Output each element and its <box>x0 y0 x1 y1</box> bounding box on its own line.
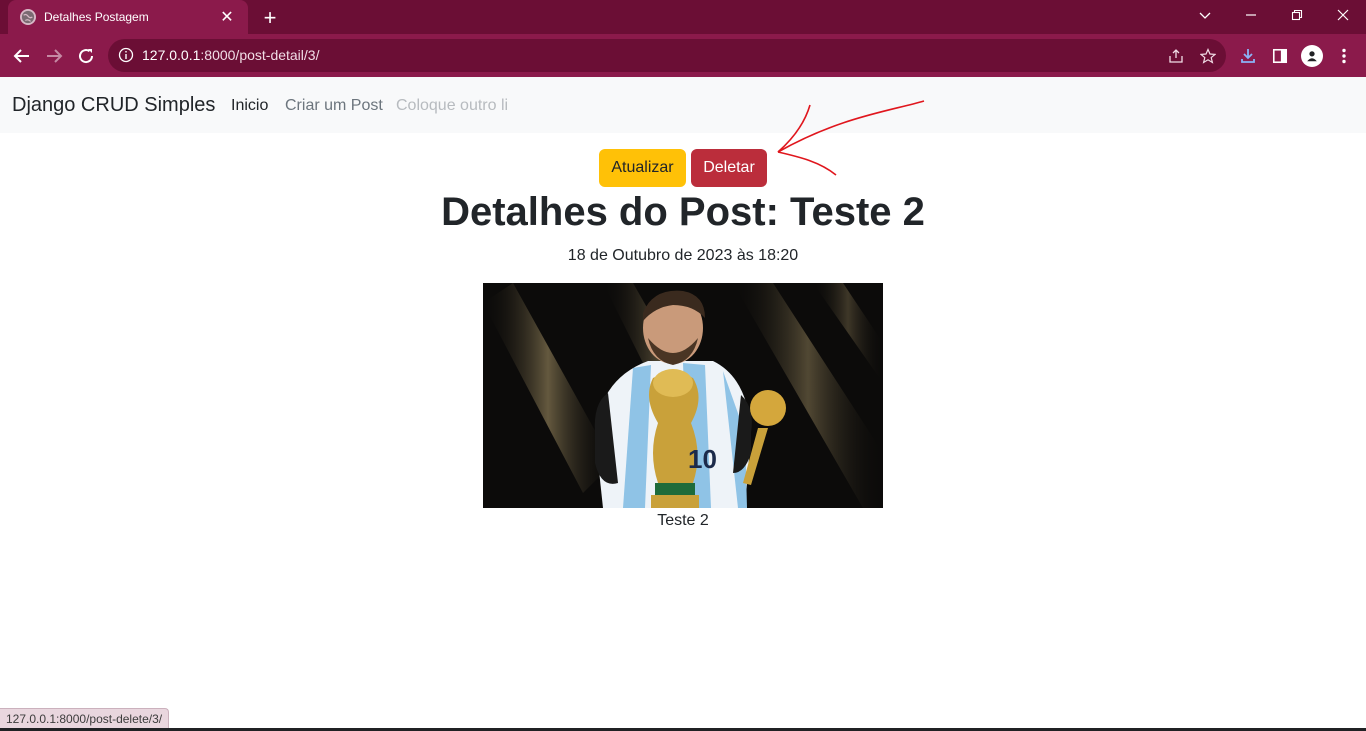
share-icon[interactable] <box>1166 46 1186 66</box>
nav-link-inicio[interactable]: Inicio <box>231 97 268 115</box>
download-icon <box>1241 49 1255 63</box>
update-button[interactable]: Atualizar <box>599 149 686 187</box>
globe-icon <box>20 9 36 25</box>
tab-search-button[interactable] <box>1182 0 1228 30</box>
browser-tab[interactable]: Detalhes Postagem ✕ <box>8 0 248 34</box>
restore-button[interactable] <box>1274 0 1320 30</box>
url-path: :8000/post-detail/3/ <box>200 47 320 63</box>
chevron-down-icon <box>1199 12 1211 19</box>
player-trophy-illustration: 10 <box>483 283 883 508</box>
reload-button[interactable] <box>71 41 101 71</box>
post-title: Detalhes do Post: Teste 2 <box>441 190 925 234</box>
tab-title: Detalhes Postagem <box>44 10 149 24</box>
address-bar[interactable]: 127.0.0.1:8000/post-detail/3/ <box>108 39 1226 72</box>
post-date: 18 de Outubro de 2023 às 18:20 <box>567 247 799 264</box>
bookmark-star-icon[interactable] <box>1198 46 1218 66</box>
minimize-icon <box>1246 14 1256 16</box>
close-window-button[interactable] <box>1320 0 1366 30</box>
new-tab-button[interactable]: + <box>258 6 282 30</box>
close-tab-icon[interactable]: ✕ <box>218 8 236 26</box>
url-text[interactable]: 127.0.0.1:8000/post-detail/3/ <box>142 47 319 63</box>
avatar-icon <box>1301 45 1323 67</box>
svg-text:10: 10 <box>688 444 717 474</box>
side-panel-icon <box>1272 48 1288 64</box>
close-icon <box>1337 9 1349 21</box>
reload-icon <box>79 49 94 64</box>
side-panel-button[interactable] <box>1265 41 1295 71</box>
browser-window: Detalhes Postagem ✕ + 127.0.0.1:8000/pos… <box>0 0 1366 731</box>
forward-button[interactable] <box>39 41 69 71</box>
menu-button[interactable] <box>1329 41 1359 71</box>
status-bar: 127.0.0.1:8000/post-delete/3/ <box>0 708 170 728</box>
arrow-right-icon <box>47 49 63 63</box>
arrow-left-icon <box>13 49 29 63</box>
site-navbar: Django CRUD Simples Inicio Criar um Post… <box>0 77 1366 133</box>
info-icon[interactable] <box>118 47 134 63</box>
url-host: 127.0.0.1 <box>142 47 201 63</box>
back-button[interactable] <box>7 41 37 71</box>
more-vert-icon <box>1342 48 1346 64</box>
downloads-button[interactable] <box>1233 41 1263 71</box>
tab-strip: Detalhes Postagem ✕ + <box>0 0 1366 34</box>
nav-link-criar-post[interactable]: Criar um Post <box>285 97 383 115</box>
post-caption: Teste 2 <box>657 512 709 529</box>
browser-toolbar: 127.0.0.1:8000/post-detail/3/ <box>0 34 1366 77</box>
delete-button[interactable]: Deletar <box>691 149 767 187</box>
minimize-button[interactable] <box>1228 0 1274 30</box>
profile-button[interactable] <box>1297 41 1327 71</box>
post-image: 10 <box>483 283 883 508</box>
restore-icon <box>1291 9 1303 21</box>
annotation-arrow <box>777 100 925 176</box>
page-content: Django CRUD Simples Inicio Criar um Post… <box>0 77 1366 731</box>
navbar-brand[interactable]: Django CRUD Simples <box>12 94 215 117</box>
nav-link-disabled: Coloque outro li <box>396 97 509 114</box>
